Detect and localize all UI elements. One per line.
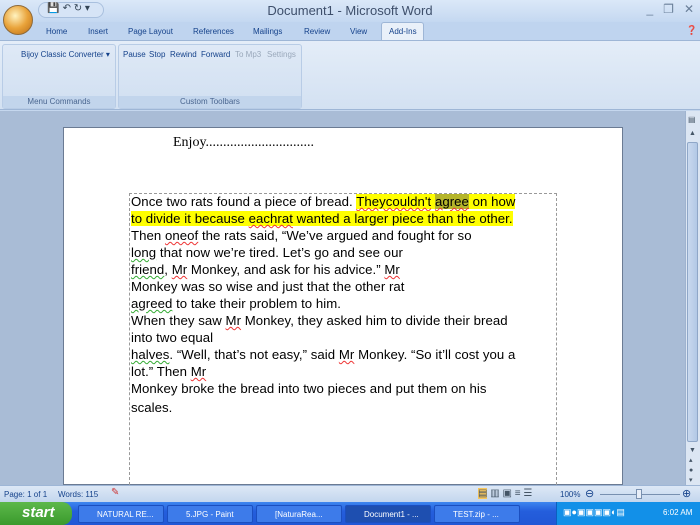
- prev-page-icon[interactable]: ▴: [689, 456, 696, 466]
- text-line: to divide it because eachrat wanted a la…: [131, 211, 513, 226]
- undo-icon[interactable]: ↶: [63, 3, 71, 14]
- title-bar: Document1 - Microsoft Word: [0, 0, 700, 22]
- zoom-level[interactable]: 100%: [560, 490, 580, 499]
- page-count[interactable]: Page: 1 of 1: [4, 490, 47, 499]
- forward-button[interactable]: Forward: [201, 50, 230, 59]
- customize-icon[interactable]: ▾: [85, 3, 90, 14]
- window-controls: _ ❐ ✕: [646, 2, 694, 16]
- print-layout-icon[interactable]: ▤: [478, 488, 488, 499]
- view-buttons: ▤ ▥ ▣ ≡ ☰: [478, 488, 532, 499]
- heading-text: Enjoy...............................: [173, 135, 315, 150]
- tab-home[interactable]: Home: [46, 27, 67, 36]
- tab-view[interactable]: View: [350, 27, 367, 36]
- bijoy-converter-button[interactable]: Bijoy Classic Converter ▾: [21, 50, 110, 59]
- proofing-icon[interactable]: ✎: [111, 487, 119, 498]
- text-line: Then oneof the rats said, “We’ve argued …: [131, 228, 472, 243]
- ribbon: Bijoy Classic Converter ▾ Menu Commands …: [0, 40, 700, 110]
- tab-references[interactable]: References: [193, 27, 234, 36]
- text-line: friend, Mr Monkey, and ask for his advic…: [131, 262, 400, 277]
- text-line: halves. “Well, that’s not easy,” said Mr…: [131, 347, 516, 362]
- tab-add-ins[interactable]: Add-Ins: [389, 27, 417, 36]
- to-mp3-button: To Mp3: [235, 50, 262, 59]
- group-label: Custom Toolbars: [119, 96, 301, 108]
- zoom-out-icon[interactable]: ⊖: [585, 487, 594, 500]
- browse-object-icon[interactable]: ●: [689, 466, 696, 476]
- status-bar: Page: 1 of 1 Words: 115 ✎ ▤ ▥ ▣ ≡ ☰ 100%…: [0, 485, 700, 502]
- window-title: Document1 - Microsoft Word: [267, 3, 433, 18]
- group-menu-commands: Bijoy Classic Converter ▾ Menu Commands: [2, 44, 116, 109]
- taskbar-item-natural-folder[interactable]: NATURAL RE...: [78, 505, 164, 523]
- text-box[interactable]: Once two rats found a piece of bread. Th…: [129, 193, 557, 485]
- text-line: lot.” Then Mr: [131, 364, 207, 379]
- word-count[interactable]: Words: 115: [58, 490, 98, 499]
- system-tray: ▣●▣▣▣▣◐▤ 6:02 AM: [556, 502, 700, 525]
- text-line: Once two rats found a piece of bread. Th…: [131, 194, 516, 209]
- tab-mailings[interactable]: Mailings: [253, 27, 282, 36]
- start-button[interactable]: start: [0, 502, 72, 525]
- zoom-slider-thumb[interactable]: [636, 489, 642, 499]
- quick-access-toolbar: 💾 ↶ ↻ ▾: [38, 2, 104, 18]
- text-line: scales.: [131, 400, 173, 415]
- pause-button[interactable]: Pause: [123, 50, 146, 59]
- group-label: Menu Commands: [3, 96, 115, 108]
- zoom-in-icon[interactable]: ⊕: [682, 487, 691, 500]
- text-line: Monkey was so wise and just that the oth…: [131, 279, 405, 294]
- taskbar-item-paint[interactable]: 5.JPG - Paint: [167, 505, 253, 523]
- redo-icon[interactable]: ↻: [74, 3, 82, 14]
- draft-icon[interactable]: ☰: [523, 488, 532, 499]
- save-icon[interactable]: 💾: [47, 3, 59, 14]
- ruler-toggle-icon[interactable]: ▤: [688, 115, 696, 124]
- outline-icon[interactable]: ≡: [515, 488, 521, 499]
- scroll-thumb[interactable]: [687, 142, 698, 442]
- tab-review[interactable]: Review: [304, 27, 330, 36]
- text-line: long that now we’re tired. Let’s go and …: [131, 245, 403, 260]
- selected-word: agree: [434, 194, 469, 209]
- stop-button[interactable]: Stop: [149, 50, 165, 59]
- tab-page-layout[interactable]: Page Layout: [128, 27, 173, 36]
- scroll-down-icon[interactable]: ▼: [689, 446, 696, 456]
- tray-icons[interactable]: ▣●▣▣▣▣◐▤: [563, 507, 625, 518]
- office-button[interactable]: [3, 5, 33, 35]
- full-screen-reading-icon[interactable]: ▥: [490, 488, 499, 499]
- taskbar-item-test-zip[interactable]: TEST.zip - ...: [434, 505, 520, 523]
- minimize-button[interactable]: _: [646, 2, 653, 16]
- taskbar-item-document1[interactable]: Document1 - ...: [345, 505, 431, 523]
- group-custom-toolbars: Pause Stop Rewind Forward To Mp3 Setting…: [118, 44, 302, 109]
- text-line: Monkey broke the bread into two pieces a…: [131, 381, 487, 396]
- web-layout-icon[interactable]: ▣: [502, 488, 511, 499]
- tab-insert[interactable]: Insert: [88, 27, 108, 36]
- close-button[interactable]: ✕: [684, 2, 694, 16]
- settings-button: Settings: [267, 50, 296, 59]
- text-line: into two equal: [131, 330, 214, 345]
- scroll-up-icon[interactable]: ▲: [689, 130, 696, 137]
- text-line: agreed to take their problem to him.: [131, 296, 341, 311]
- help-icon[interactable]: ❓: [686, 25, 697, 36]
- text-line: When they saw Mr Monkey, they asked him …: [131, 313, 508, 328]
- taskbar-item-naturarea[interactable]: [NaturaRea...: [256, 505, 342, 523]
- clock: 6:02 AM: [663, 508, 693, 517]
- rewind-button[interactable]: Rewind: [170, 50, 197, 59]
- restore-button[interactable]: ❐: [663, 2, 674, 16]
